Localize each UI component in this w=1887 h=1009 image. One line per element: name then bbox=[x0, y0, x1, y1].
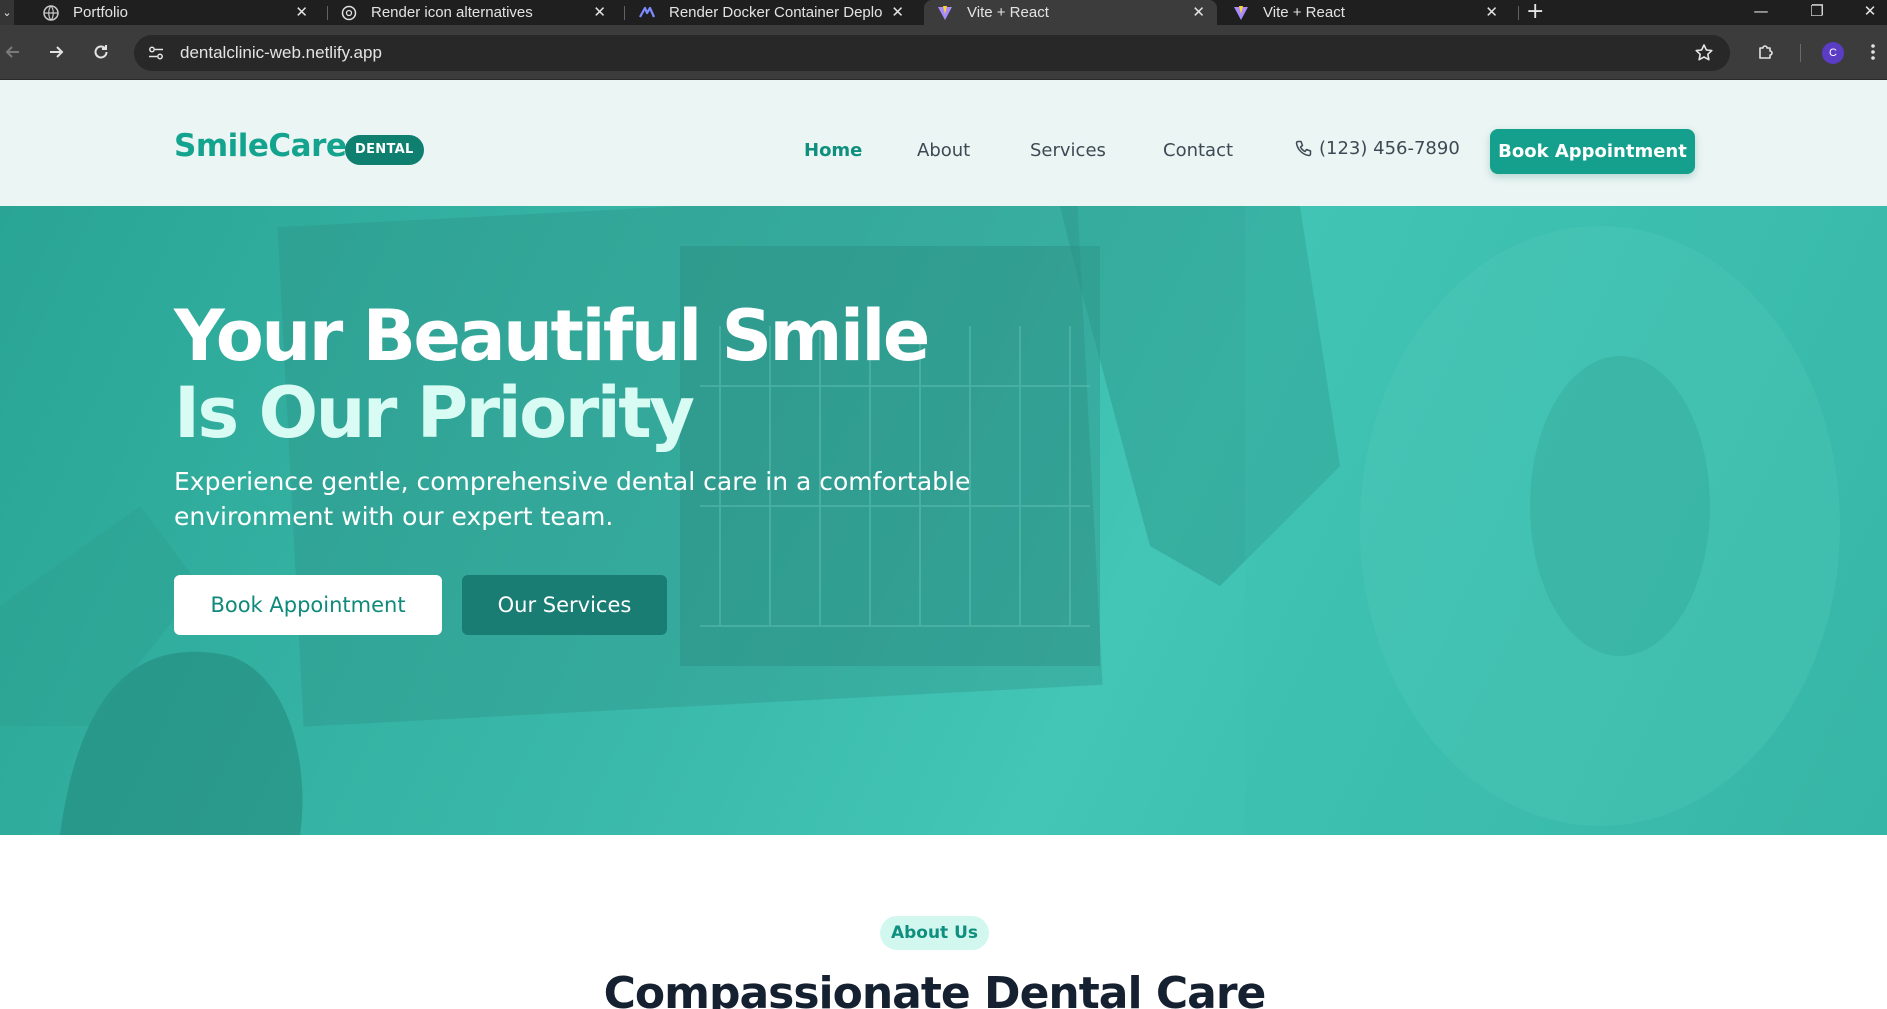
restore-window-icon[interactable]: ❐ bbox=[1797, 0, 1837, 25]
tab-close-icon[interactable]: ✕ bbox=[891, 0, 904, 25]
toolbar-divider bbox=[1800, 44, 1801, 62]
url-text[interactable]: dentalclinic-web.netlify.app bbox=[180, 35, 382, 71]
back-arrow-icon[interactable] bbox=[0, 39, 26, 65]
nav-link-contact[interactable]: Contact bbox=[1163, 140, 1233, 161]
minimize-window-icon[interactable]: — bbox=[1741, 0, 1781, 25]
about-section-title: Compassionate Dental Care bbox=[603, 968, 1267, 1009]
tab-separator bbox=[624, 6, 625, 20]
vite-icon bbox=[936, 4, 954, 22]
reload-icon[interactable] bbox=[88, 39, 114, 65]
tab-close-icon[interactable]: ✕ bbox=[295, 0, 308, 25]
phone-link[interactable]: (123) 456-7890 bbox=[1293, 138, 1460, 159]
close-window-icon[interactable]: ✕ bbox=[1850, 0, 1887, 25]
tab-title: Portfolio bbox=[73, 4, 129, 21]
tab-title: Render Docker Container Deplo bbox=[669, 4, 883, 21]
forward-arrow-icon[interactable] bbox=[43, 39, 69, 65]
hero-section: Your Beautiful Smile Is Our Priority Exp… bbox=[0, 206, 1887, 835]
header-book-appointment-button[interactable]: Book Appointment bbox=[1490, 129, 1695, 174]
about-us-pill: About Us bbox=[880, 916, 989, 950]
hero-headline: Your Beautiful Smile Is Our Priority bbox=[174, 295, 930, 454]
nav-link-about[interactable]: About bbox=[917, 140, 970, 161]
browser-tab-vite-react[interactable]: Vite + React ✕ bbox=[1220, 0, 1510, 25]
tab-close-icon[interactable]: ✕ bbox=[1192, 0, 1205, 25]
tab-separator bbox=[1518, 6, 1519, 20]
claude-icon bbox=[638, 4, 656, 22]
browser-tab-portfolio[interactable]: Portfolio ✕ bbox=[30, 0, 320, 25]
browser-tab-render-icon[interactable]: Render icon alternatives ✕ bbox=[328, 0, 618, 25]
bookmark-star-icon[interactable] bbox=[1694, 43, 1714, 63]
site-settings-icon[interactable] bbox=[146, 43, 166, 63]
phone-number: (123) 456-7890 bbox=[1319, 138, 1460, 159]
hero-headline-line2: Is Our Priority bbox=[174, 372, 695, 454]
browser-tab-bar: ⌄ Portfolio ✕ Render icon alternatives ✕… bbox=[0, 0, 1887, 25]
tab-title: Vite + React bbox=[1263, 4, 1345, 21]
web-page: SmileCare DENTAL Home About Services Con… bbox=[0, 80, 1887, 1009]
tab-title: Vite + React bbox=[967, 4, 1049, 21]
tab-search-chevron-icon[interactable]: ⌄ bbox=[0, 0, 14, 25]
phone-icon bbox=[1293, 139, 1313, 159]
nav-link-services[interactable]: Services bbox=[1030, 140, 1106, 161]
tab-close-icon[interactable]: ✕ bbox=[593, 0, 606, 25]
hero-book-appointment-button[interactable]: Book Appointment bbox=[174, 575, 442, 635]
site-logo[interactable]: SmileCare bbox=[174, 128, 347, 164]
browser-toolbar: dentalclinic-web.netlify.app C bbox=[0, 25, 1887, 80]
chatgpt-icon bbox=[340, 4, 358, 22]
hero-headline-line1: Your Beautiful Smile bbox=[174, 295, 930, 377]
profile-avatar[interactable]: C bbox=[1822, 42, 1844, 64]
nav-link-home[interactable]: Home bbox=[804, 140, 862, 161]
tab-title: Render icon alternatives bbox=[371, 4, 533, 21]
logo-badge: DENTAL bbox=[345, 135, 424, 165]
hero-our-services-button[interactable]: Our Services bbox=[462, 575, 667, 635]
address-bar[interactable]: dentalclinic-web.netlify.app bbox=[134, 35, 1730, 71]
tab-close-icon[interactable]: ✕ bbox=[1485, 0, 1498, 25]
kebab-menu-icon[interactable] bbox=[1863, 39, 1883, 65]
new-tab-icon[interactable]: + bbox=[1526, 0, 1544, 25]
site-header: SmileCare DENTAL Home About Services Con… bbox=[0, 80, 1887, 206]
vite-icon bbox=[1232, 4, 1250, 22]
hero-subtitle: Experience gentle, comprehensive dental … bbox=[174, 467, 971, 531]
globe-icon bbox=[42, 4, 60, 22]
extensions-puzzle-icon[interactable] bbox=[1753, 39, 1779, 65]
browser-tab-vite-react-active[interactable]: Vite + React ✕ bbox=[924, 0, 1217, 25]
browser-tab-render-docker[interactable]: Render Docker Container Deplo ✕ bbox=[626, 0, 916, 25]
